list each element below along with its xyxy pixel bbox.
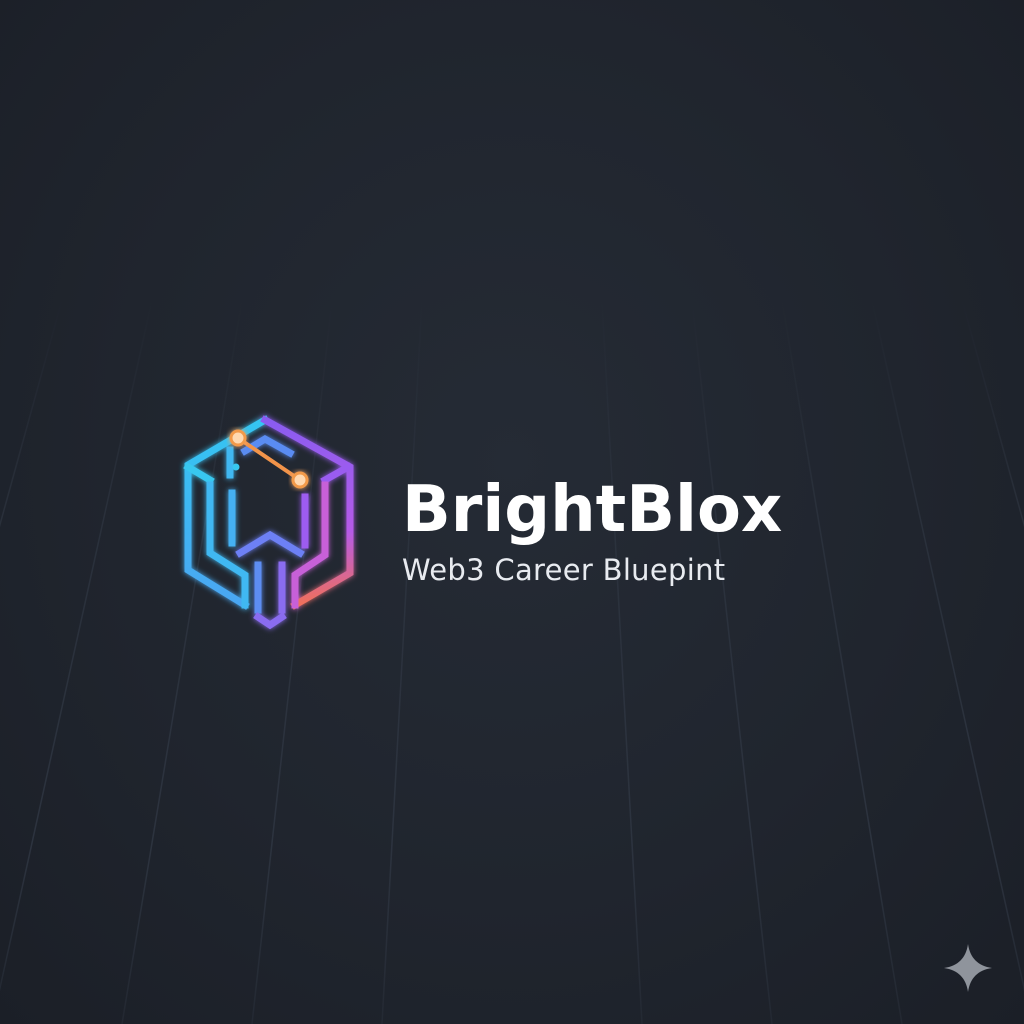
sparkle-icon [944, 944, 992, 992]
grid-line-vertical [691, 299, 773, 1024]
grid-line-vertical [961, 299, 1024, 528]
hexagon-cube-circuit-logo-icon [183, 415, 354, 630]
grid-line-vertical [0, 299, 153, 992]
grid-line-vertical [0, 299, 63, 528]
grid-line-vertical [781, 299, 903, 1024]
brand-tagline: Web3 Career Bluepint [402, 553, 726, 587]
brand-name: BrightBlox [402, 473, 783, 547]
grid-line-vertical [871, 299, 1024, 992]
grid-line-vertical [601, 299, 643, 1024]
logo-canvas: BrightBlox Web3 Career Bluepint [0, 0, 1024, 1024]
wordmark: BrightBlox Web3 Career Bluepint [402, 470, 962, 588]
grid-line-vertical [381, 299, 423, 1024]
